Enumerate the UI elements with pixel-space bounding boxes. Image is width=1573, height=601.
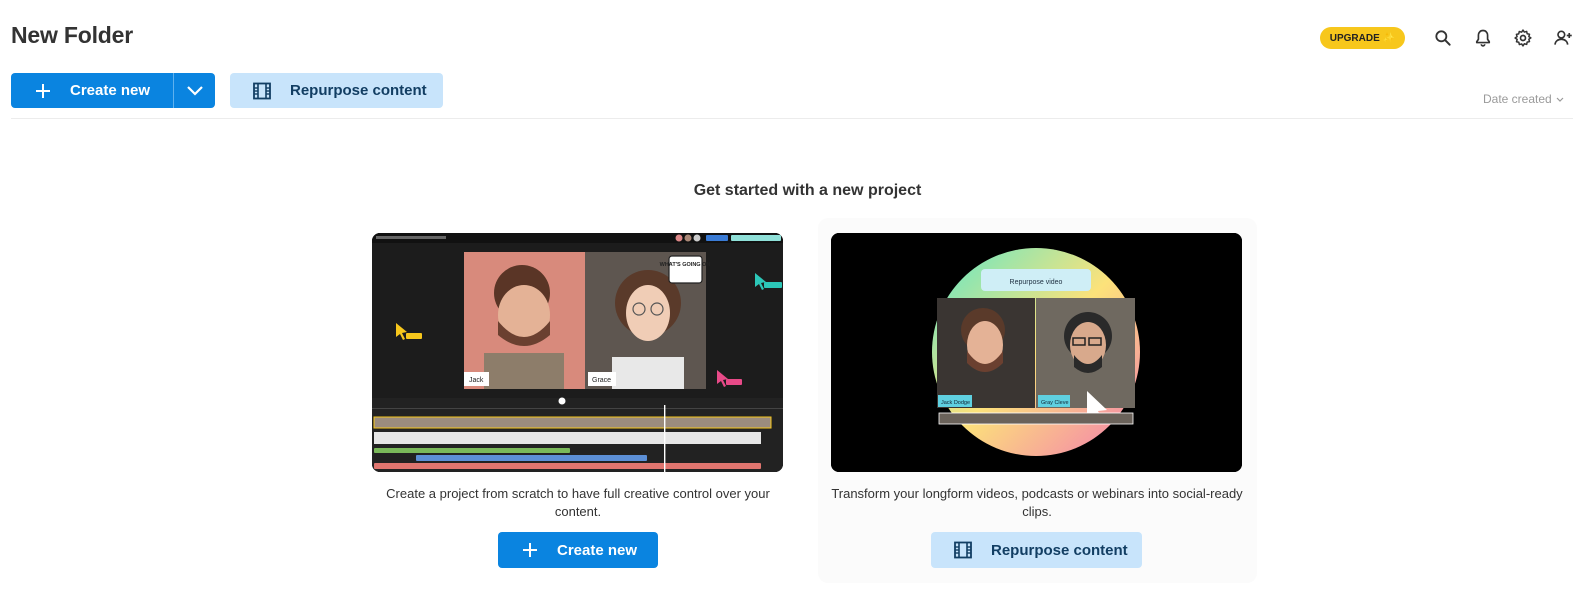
header-actions: UPGRADE ✨ [1313, 24, 1573, 52]
upgrade-label: UPGRADE [1329, 32, 1380, 44]
card-create-new-label: Create new [557, 541, 638, 559]
add-user-icon[interactable] [1553, 28, 1573, 48]
film-icon [253, 82, 271, 99]
create-project-description: Create a project from scratch to have fu… [386, 486, 770, 519]
create-project-thumbnail[interactable]: Jack Grace WHAT'S GOING ON [372, 233, 783, 472]
sort-label: Date created [1483, 92, 1552, 106]
repurpose-content-button[interactable]: Repurpose content [230, 73, 443, 108]
card-repurpose-content-label: Repurpose content [991, 541, 1128, 559]
upgrade-button[interactable]: UPGRADE ✨ [1320, 27, 1405, 49]
sparkle-icon: ✨ [1382, 32, 1396, 44]
bell-icon[interactable] [1473, 28, 1493, 48]
repurpose-content-label: Repurpose content [290, 82, 427, 99]
sort-dropdown[interactable]: Date created [1483, 92, 1564, 106]
plus-icon [36, 83, 50, 98]
repurpose-video-thumbnail[interactable]: Repurpose video Jack Dodge Gray Cleve [831, 233, 1242, 472]
get-started-heading: Get started with a new project [693, 182, 922, 199]
speaker-name-jack: Jack [469, 377, 484, 384]
speaker-name-gray-cleve: Gray Cleve [1041, 400, 1069, 406]
create-new-label: Create new [70, 82, 151, 99]
speaker-name-jack-dodge: Jack Dodge [941, 400, 970, 406]
chevron-down-icon [1556, 97, 1564, 102]
card-repurpose-content-button[interactable]: Repurpose content [931, 532, 1142, 568]
create-new-dropdown-button[interactable] [174, 73, 215, 108]
create-new-split-button: Create new [11, 73, 215, 108]
create-new-button[interactable]: Create new [11, 73, 173, 108]
speech-bubble-text: WHAT'S GOING ON [660, 262, 711, 268]
header-divider [11, 118, 1573, 119]
chevron-down-icon [186, 85, 203, 96]
card-create-new-button[interactable]: Create new [498, 532, 658, 568]
page-title: New Folder [11, 22, 133, 48]
plus-icon [523, 543, 537, 557]
repurpose-video-pill: Repurpose video [1010, 279, 1063, 286]
film-icon [954, 541, 972, 559]
speaker-name-grace: Grace [592, 377, 611, 384]
gear-icon[interactable] [1513, 28, 1533, 48]
search-icon[interactable] [1433, 28, 1453, 48]
repurpose-description: Transform your longform videos, podcasts… [831, 486, 1243, 519]
